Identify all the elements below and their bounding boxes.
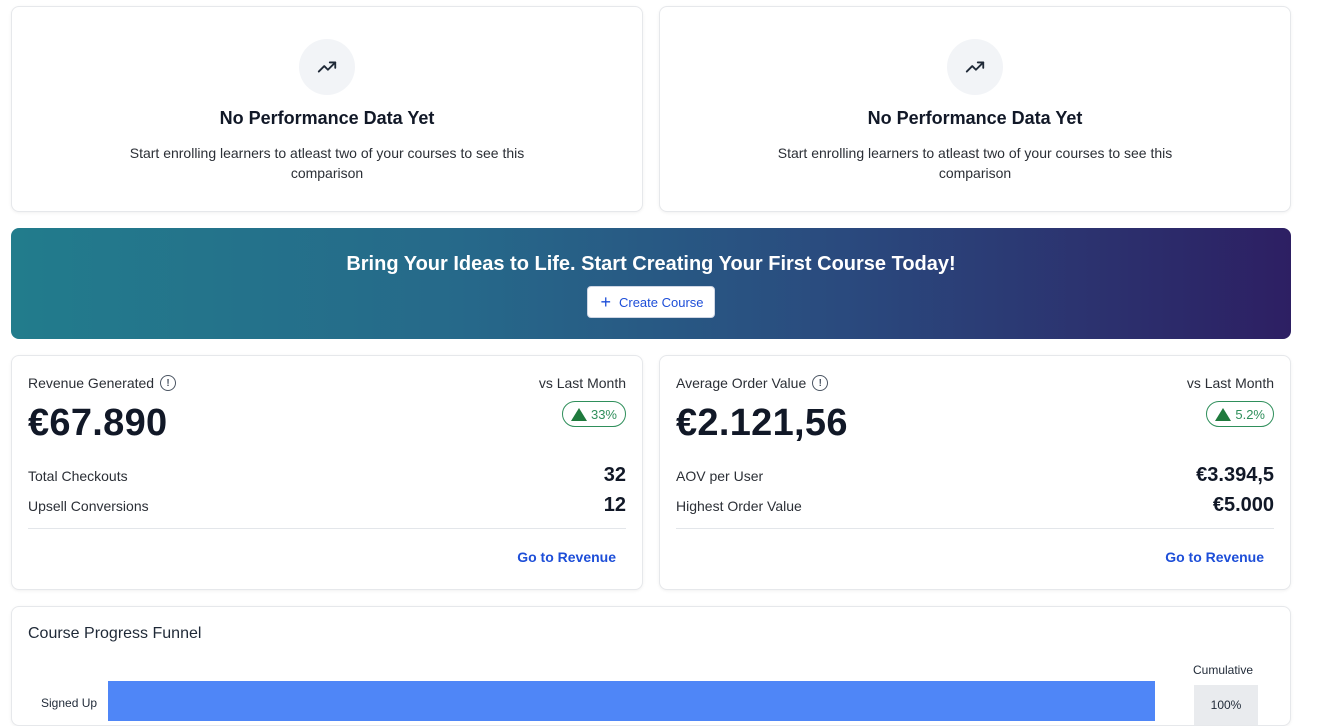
banner-headline: Bring Your Ideas to Life. Start Creating… [346,253,956,275]
stat-row: AOV per User €3.394,5 [676,464,1274,487]
revenue-value: €67.890 [28,402,168,444]
stat-label: Upsell Conversions [28,497,149,514]
stat-value: 32 [603,464,626,486]
aov-delta-badge: 5.2% [1206,401,1274,427]
stat-label: AOV per User [676,467,764,484]
empty-state-description: Start enrolling learners to atleast two … [129,145,525,181]
comparison-label: vs Last Month [1186,375,1274,391]
cumulative-header: Cumulative [1193,663,1254,677]
average-order-value-card: Average Order Value ! vs Last Month €2.1… [659,355,1291,590]
info-icon[interactable]: ! [812,375,829,391]
arrow-up-icon [570,407,587,421]
create-course-banner: Bring Your Ideas to Life. Start Creating… [11,228,1291,339]
stat-value: €5.000 [1212,494,1274,516]
stat-row: Highest Order Value €5.000 [676,494,1274,517]
stat-value: €3.394,5 [1196,464,1274,486]
stat-value: 12 [603,494,626,516]
plus-icon: + [600,292,611,312]
funnel-stage-bar[interactable] [108,681,1155,721]
go-to-revenue-link[interactable]: Go to Revenue [1165,549,1264,565]
info-icon[interactable]: ! [160,375,177,391]
aov-delta-value: 5.2% [1235,406,1265,422]
trending-up-icon [299,39,355,95]
divider [676,528,1274,529]
revenue-delta-value: 33% [590,406,617,422]
stat-row: Total Checkouts 32 [28,464,626,487]
funnel-title: Course Progress Funnel [28,625,202,642]
revenue-delta-badge: 33% [561,401,626,427]
aov-value: €2.121,56 [676,402,848,444]
stat-label: Highest Order Value [676,497,802,514]
stat-label: Total Checkouts [28,467,128,484]
create-course-label: Create Course [618,294,704,310]
empty-state-description: Start enrolling learners to atleast two … [777,145,1173,181]
go-to-revenue-link[interactable]: Go to Revenue [517,549,616,565]
performance-empty-card-left: No Performance Data Yet Start enrolling … [11,6,643,212]
cumulative-percent: 100% [1210,698,1242,712]
empty-state-title: No Performance Data Yet [219,108,435,128]
aov-label: Average Order Value [676,375,807,391]
trending-up-icon [947,39,1003,95]
course-progress-funnel-card: Course Progress Funnel Cumulative Signed… [11,606,1291,726]
revenue-card: Revenue Generated ! vs Last Month €67.89… [11,355,643,590]
empty-state-title: No Performance Data Yet [867,108,1083,128]
revenue-label: Revenue Generated [28,375,155,391]
cumulative-value: 100% [1194,685,1258,725]
funnel-stage-label: Signed Up [41,696,98,710]
divider [28,528,626,529]
comparison-label: vs Last Month [538,375,626,391]
create-course-button[interactable]: + Create Course [587,286,715,318]
performance-empty-card-right: No Performance Data Yet Start enrolling … [659,6,1291,212]
arrow-up-icon [1215,407,1232,421]
stat-row: Upsell Conversions 12 [28,494,626,517]
